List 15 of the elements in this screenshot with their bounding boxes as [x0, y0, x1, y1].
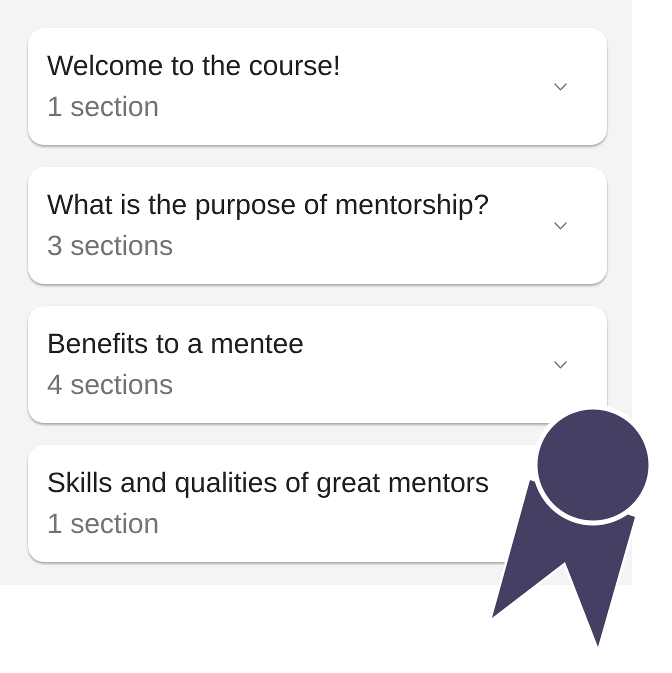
module-card[interactable]: Skills and qualities of great mentors 1 section: [28, 445, 536, 562]
section-count: 3 sections: [47, 230, 174, 262]
module-card[interactable]: What is the purpose of mentorship? 3 sections: [28, 167, 607, 284]
module-title: Welcome to the course!: [47, 50, 341, 82]
chevron-down-icon[interactable]: [554, 360, 567, 368]
module-title: What is the purpose of mentorship?: [47, 189, 490, 221]
section-count: 4 sections: [47, 369, 174, 401]
module-title: Skills and qualities of great mentors: [47, 467, 489, 499]
chevron-down-icon[interactable]: [554, 222, 567, 230]
section-count: 1 section: [47, 508, 160, 540]
module-card[interactable]: Benefits to a mentee 4 sections: [28, 306, 607, 423]
module-card[interactable]: Welcome to the course! 1 section: [28, 28, 607, 145]
module-title: Benefits to a mentee: [47, 328, 304, 360]
chevron-down-icon[interactable]: [554, 82, 567, 90]
section-count: 1 section: [47, 91, 160, 123]
